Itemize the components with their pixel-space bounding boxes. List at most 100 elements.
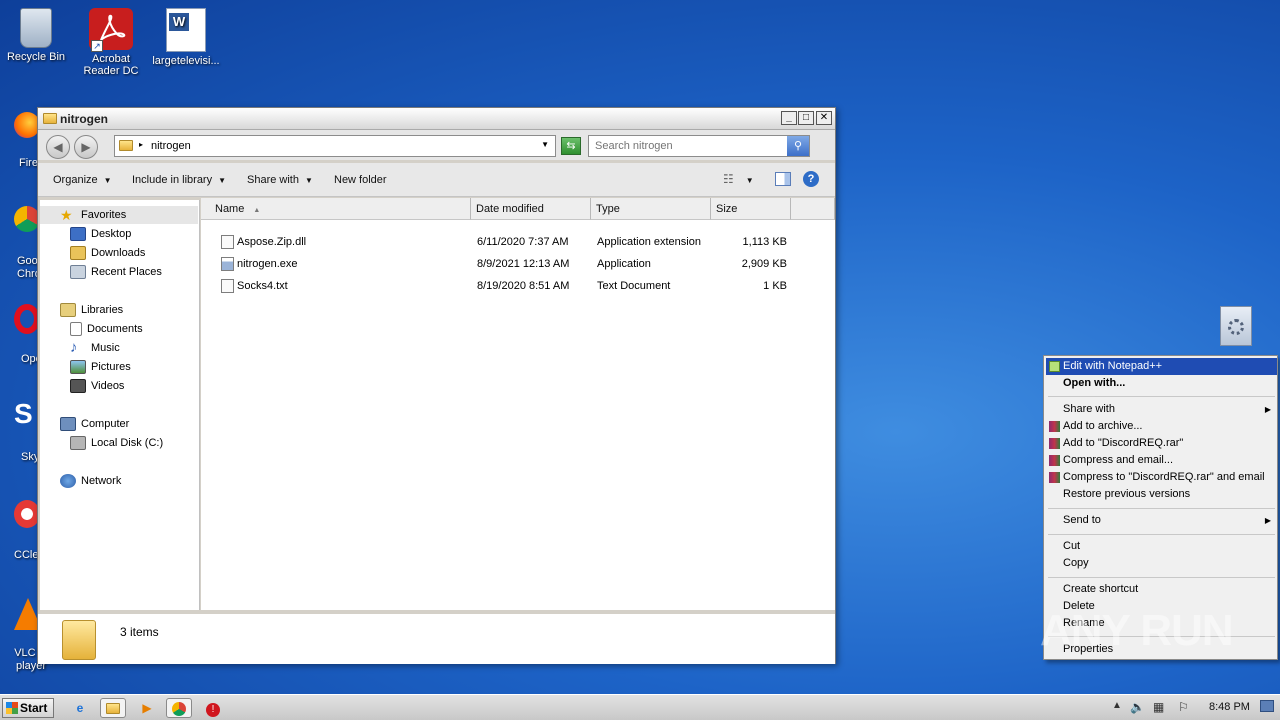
include-in-library-label: Include in library: [132, 174, 213, 186]
winrar-icon: [1049, 438, 1060, 449]
chevron-down-icon: ▼: [218, 176, 227, 185]
menu-item-copy[interactable]: Copy: [1046, 555, 1277, 572]
minimize-button[interactable]: _: [781, 111, 797, 125]
search-icon[interactable]: ⚲: [787, 136, 809, 156]
submenu-arrow-icon: ▶: [1264, 516, 1271, 525]
taskbar-explorer-icon[interactable]: [100, 698, 126, 718]
forward-button[interactable]: ▶: [74, 135, 98, 159]
close-button[interactable]: ✕: [816, 111, 832, 125]
taskbar-media-player-icon[interactable]: ▶: [134, 698, 160, 718]
new-folder-button[interactable]: New folder: [334, 174, 387, 186]
menu-item-cut[interactable]: Cut: [1046, 538, 1277, 555]
folder-icon: [106, 703, 120, 714]
file-type: Text Document: [597, 280, 671, 292]
desktop-file-icon[interactable]: [1220, 306, 1252, 346]
new-folder-label: New folder: [334, 174, 387, 186]
menu-item-send-to[interactable]: Send to ▶: [1046, 512, 1277, 529]
navigation-pane: ★ Favorites Desktop Downloads Recent Plac…: [40, 200, 200, 610]
table-row[interactable]: Socks4.txt 8/19/2020 8:51 AM Text Docume…: [201, 275, 835, 297]
folder-icon: [62, 620, 96, 660]
desktop-icon-word-document[interactable]: W largetelevisi...: [148, 8, 224, 67]
nav-favorites[interactable]: ★ Favorites: [40, 206, 198, 224]
column-header-name[interactable]: Name ▲: [201, 198, 471, 220]
desktop-icon-label: largetelevisi...: [152, 55, 220, 67]
menu-separator: [1048, 508, 1275, 509]
maximize-button[interactable]: □: [798, 111, 814, 125]
start-button[interactable]: Start: [2, 698, 54, 718]
column-header-type[interactable]: Type: [591, 198, 711, 220]
address-dropdown-icon[interactable]: ▼: [541, 140, 549, 149]
organize-button[interactable]: Organize ▼: [53, 174, 112, 186]
file-name: Socks4.txt: [237, 280, 288, 292]
desktop-icon-label-ccleaner: CCle: [14, 549, 39, 561]
taskbar-ie-icon[interactable]: e: [67, 698, 93, 718]
menu-separator: [1048, 577, 1275, 578]
acrobat-icon: ↗: [89, 8, 133, 52]
details-pane: 3 items: [38, 612, 835, 664]
network-tray-icon[interactable]: ▦: [1153, 700, 1164, 714]
gear-icon: [1228, 319, 1244, 335]
file-size: 1,113 KB: [742, 236, 787, 248]
desktop-icon-recycle-bin[interactable]: Recycle Bin: [0, 8, 74, 63]
tray-overflow-icon[interactable]: ▲: [1112, 700, 1122, 711]
explorer-window[interactable]: nitrogen _ □ ✕ ◀ ▶ ▸ nitrogen ▼ ⇆ ⚲ Orga…: [37, 107, 836, 664]
share-with-button[interactable]: Share with ▼: [247, 174, 313, 186]
menu-item-open-with[interactable]: Open with...: [1046, 375, 1277, 392]
back-button[interactable]: ◀: [46, 135, 70, 159]
address-folder-icon: [119, 140, 133, 151]
menu-item-compress-email[interactable]: Compress and email...: [1046, 452, 1277, 469]
menu-separator: [1048, 534, 1275, 535]
menu-item-compress-rar-email[interactable]: Compress to "DiscordREQ.rar" and email: [1046, 469, 1277, 486]
nav-pictures[interactable]: Pictures: [70, 358, 131, 376]
file-date: 6/11/2020 7:37 AM: [477, 236, 569, 248]
nav-libraries[interactable]: Libraries: [60, 301, 123, 319]
menu-item-share-with[interactable]: Share with ▶: [1046, 401, 1277, 418]
nav-downloads[interactable]: Downloads: [70, 244, 145, 262]
column-header-date[interactable]: Date modified: [471, 198, 591, 220]
action-center-flag-icon[interactable]: ⚐: [1178, 700, 1189, 714]
nav-documents[interactable]: Documents: [70, 320, 143, 338]
column-header-size[interactable]: Size: [711, 198, 791, 220]
include-in-library-button[interactable]: Include in library ▼: [132, 174, 226, 186]
menu-item-add-archive[interactable]: Add to archive...: [1046, 418, 1277, 435]
search-input[interactable]: [589, 136, 787, 156]
taskbar-stop-icon[interactable]: !: [200, 698, 226, 718]
notepadpp-icon: [1049, 361, 1060, 372]
volume-icon[interactable]: 🔈: [1130, 700, 1145, 714]
menu-item-restore-versions[interactable]: Restore previous versions: [1046, 486, 1277, 503]
documents-icon: [70, 322, 82, 337]
clock[interactable]: 8:48 PM: [1209, 701, 1250, 713]
taskbar-chrome-icon[interactable]: [166, 698, 192, 718]
refresh-button[interactable]: ⇆: [561, 137, 581, 155]
view-options-button[interactable]: ☷ ▼: [723, 172, 754, 186]
address-bar[interactable]: ▸ nitrogen ▼: [114, 135, 556, 157]
preview-pane-button[interactable]: [775, 172, 791, 186]
pictures-icon: [70, 360, 86, 375]
computer-icon: [60, 417, 76, 432]
file-name: nitrogen.exe: [237, 258, 298, 270]
show-desktop-icon[interactable]: [1260, 700, 1274, 712]
submenu-arrow-icon: ▶: [1264, 405, 1271, 414]
menu-item-edit-notepad[interactable]: Edit with Notepad++: [1046, 358, 1277, 375]
desktop-icon-label: Acrobat Reader DC: [83, 53, 139, 77]
help-button[interactable]: ?: [803, 171, 819, 187]
winrar-icon: [1049, 421, 1060, 432]
search-box[interactable]: ⚲: [588, 135, 810, 157]
nav-recent-places[interactable]: Recent Places: [70, 263, 162, 281]
nav-desktop[interactable]: Desktop: [70, 225, 131, 243]
title-bar[interactable]: nitrogen _ □ ✕: [38, 108, 835, 130]
nav-music[interactable]: ♪ Music: [70, 339, 120, 357]
table-row[interactable]: Aspose.Zip.dll 6/11/2020 7:37 AM Applica…: [201, 231, 835, 253]
breadcrumb[interactable]: nitrogen: [151, 140, 191, 152]
nav-videos[interactable]: Videos: [70, 377, 124, 395]
menu-item-add-rar[interactable]: Add to "DiscordREQ.rar": [1046, 435, 1277, 452]
videos-icon: [70, 379, 86, 394]
desktop-icon-acrobat[interactable]: ↗ Acrobat Reader DC: [73, 8, 149, 77]
nav-local-disk[interactable]: Local Disk (C:): [70, 434, 163, 452]
nav-computer[interactable]: Computer: [60, 415, 129, 433]
forward-arrow-icon: ▶: [81, 140, 91, 154]
chevron-down-icon: ▼: [745, 176, 754, 185]
table-row[interactable]: nitrogen.exe 8/9/2021 12:13 AM Applicati…: [201, 253, 835, 275]
menu-item-create-shortcut[interactable]: Create shortcut: [1046, 581, 1277, 598]
nav-network[interactable]: Network: [60, 472, 121, 490]
